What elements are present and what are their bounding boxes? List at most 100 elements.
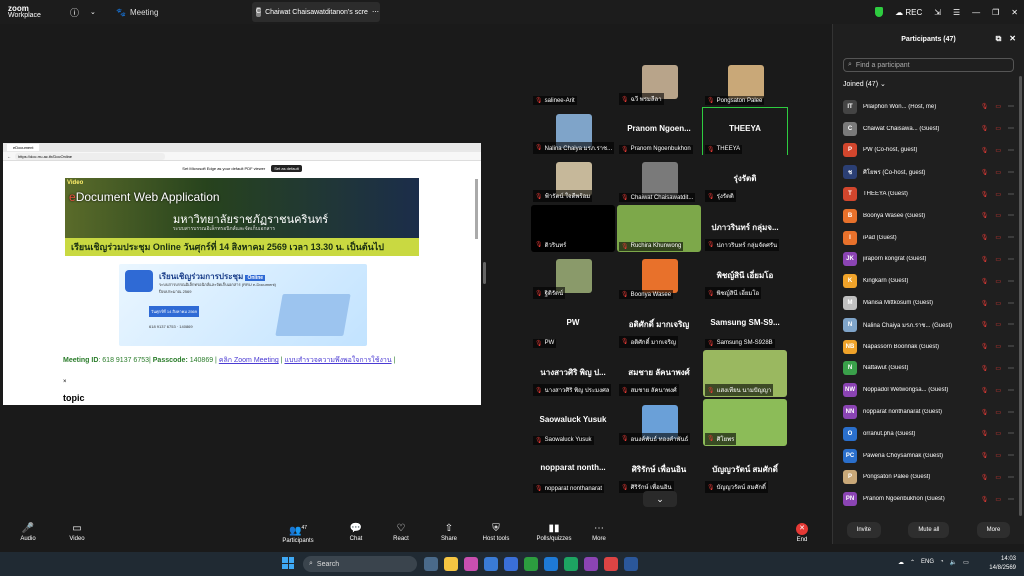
mic-muted-icon[interactable]: 🎙 (981, 343, 989, 350)
word-icon[interactable] (624, 557, 638, 571)
wifi-icon[interactable]: ◔ (940, 559, 944, 566)
shield-icon[interactable] (875, 7, 884, 17)
more-icon[interactable]: ⋯ (1008, 169, 1014, 176)
video-tile[interactable]: บัญญวรัตน์ สมศักดิ์ 🎙 บัญญวรัตน์ สมศักดิ์ (702, 446, 788, 495)
more-icon[interactable]: ⋯ (1008, 343, 1014, 350)
camera-off-icon[interactable]: ▭ (995, 321, 1001, 328)
participant-row[interactable]: N Nattawut (Guest) 🎙 ▭ ⋯ (833, 358, 1016, 380)
browser-tab[interactable]: eDocument (7, 144, 40, 151)
video-tile[interactable]: 🎙 Pongsaton Palee (702, 58, 788, 107)
survey-link[interactable]: แบบสำรวจความพึงพอใจการใช้งาน (284, 357, 391, 364)
mic-muted-icon[interactable]: 🎙 (981, 234, 989, 241)
camera-off-icon[interactable]: ▭ (995, 474, 1001, 481)
video-tile[interactable]: Saowaluck Yusuk 🎙 Saowaluck Yusuk (530, 397, 616, 447)
participant-row[interactable]: M Manisa Mittkosum (Guest) 🎙 ▭ ⋯ (833, 292, 1016, 314)
video-tile[interactable]: 🎙 Ruchira Khunwong (616, 203, 702, 253)
participant-row[interactable]: P PW (Co-host, guest) 🎙 ▭ ⋯ (833, 140, 1016, 162)
end-button[interactable]: ✕ End (780, 523, 824, 543)
battery-icon[interactable]: ▭ (963, 559, 969, 566)
camera-off-icon[interactable]: ▭ (995, 256, 1001, 263)
camera-off-icon[interactable]: ▭ (995, 387, 1001, 394)
mail-icon[interactable] (484, 557, 498, 571)
camera-off-icon[interactable]: ▭ (995, 452, 1001, 459)
participant-row[interactable]: NN nopparat nonthanarat (Guest) 🎙 ▭ ⋯ (833, 401, 1016, 423)
mic-muted-icon[interactable]: 🎙 (981, 409, 989, 416)
joined-section-header[interactable]: Joined (47) ⌄ (833, 76, 1024, 92)
camera-off-icon[interactable]: ▭ (995, 409, 1001, 416)
zoom-link[interactable]: คลิก Zoom Meeting (219, 357, 279, 364)
mic-muted-icon[interactable]: 🎙 (981, 256, 989, 263)
camera-off-icon[interactable]: ▭ (995, 430, 1001, 437)
popout-icon[interactable]: ⧉ (996, 34, 1002, 44)
chat-button[interactable]: 💬 Chat (334, 523, 378, 542)
mic-muted-icon[interactable]: 🎙 (981, 387, 989, 394)
more-icon[interactable]: ⋯ (1008, 147, 1014, 154)
participant-row[interactable]: N Nalina Chaiya มรภ.ราช... (Guest) 🎙 ▭ ⋯ (833, 314, 1016, 336)
more-options-icon[interactable]: ⋯ (372, 8, 379, 16)
video-tile[interactable]: Pranom Ngoen... 🎙 Pranom Ngoenbukhon (616, 106, 702, 156)
video-tile[interactable]: นางสาวศิริ พิญ ป... 🎙 นางสาวศิริ พิญ ประมง… (530, 349, 616, 398)
more-icon[interactable]: ⋯ (1008, 300, 1014, 307)
task-view-icon[interactable] (424, 557, 438, 571)
camera-off-icon[interactable]: ▭ (995, 169, 1001, 176)
participant-row[interactable]: IT Pilaiphon Won... (Host, me) 🎙 ▭ ⋯ (833, 96, 1016, 118)
more-icon[interactable]: ⋯ (1008, 125, 1014, 132)
mic-muted-icon[interactable]: 🎙 (981, 191, 989, 198)
participant-search[interactable]: ⌕ Find a participant (843, 58, 1014, 72)
more-icon[interactable]: ⋯ (1008, 103, 1014, 110)
audio-button[interactable]: 🎤 Audio (6, 523, 50, 542)
volume-icon[interactable]: 🔈 (950, 559, 957, 566)
participant-row[interactable]: NB Napassorn Boonnak (Guest) 🎙 ▭ ⋯ (833, 336, 1016, 358)
video-tile[interactable]: Samsung SM-S9... 🎙 Samsung SM-S928B (702, 300, 788, 350)
cloud-icon[interactable]: ☁ (898, 559, 904, 566)
camera-off-icon[interactable]: ▭ (995, 191, 1001, 198)
mic-muted-icon[interactable]: 🎙 (981, 474, 989, 481)
zoom-app-icon[interactable] (504, 557, 518, 571)
host-tools-button[interactable]: ⛨ Host tools (474, 523, 518, 542)
splitter-handle[interactable] (483, 262, 486, 284)
camera-off-icon[interactable]: ▭ (995, 212, 1001, 219)
more-icon[interactable]: ⋯ (1008, 365, 1014, 372)
restore-icon[interactable]: ❐ (992, 8, 999, 17)
react-button[interactable]: ♡ React (379, 523, 423, 542)
mic-muted-icon[interactable]: 🎙 (981, 278, 989, 285)
more-icon[interactable]: ⋯ (1008, 234, 1014, 241)
camera-off-icon[interactable]: ▭ (995, 365, 1001, 372)
close-panel-icon[interactable]: ✕ (1009, 34, 1016, 44)
page-scrollbar[interactable] (475, 179, 478, 239)
video-tile[interactable]: 🎙 ฟ้ารัตน์ ใจดีพร้อม (530, 155, 616, 204)
video-tile[interactable]: รุ่งรัตติ 🎙 รุ่งรัตติ (702, 155, 788, 204)
participant-row[interactable]: P Pongsaton Palee (Guest) 🎙 ▭ ⋯ (833, 467, 1016, 489)
language-indicator[interactable]: ENG (921, 559, 934, 566)
video-tile[interactable]: 🎙 ฐิติรัตน์ (530, 252, 616, 301)
mic-muted-icon[interactable]: 🎙 (981, 496, 989, 503)
camera-off-icon[interactable]: ▭ (995, 300, 1001, 307)
participant-row[interactable]: K Kingkarn (Guest) 🎙 ▭ ⋯ (833, 270, 1016, 292)
camera-off-icon[interactable]: ▭ (995, 278, 1001, 285)
pin-icon[interactable]: ⇲ (934, 8, 941, 17)
url-field[interactable]: https://doc.rru.ac.th/DocOnline (15, 152, 165, 160)
mic-muted-icon[interactable]: 🎙 (981, 103, 989, 110)
share-tab[interactable]: C Chaiwat Chaisawatditanon's scre ⋯ (252, 2, 380, 22)
gallery-next-button[interactable]: ⌄ (643, 491, 677, 507)
app-icon-2[interactable] (604, 557, 618, 571)
chevron-up-icon[interactable]: ⌃ (910, 559, 915, 566)
video-tile[interactable]: 🎙 ดิวรินทร์ (530, 203, 616, 253)
meeting-menu[interactable]: 🐾 Meeting (116, 8, 158, 17)
rec-indicator[interactable]: ☁ REC (895, 8, 922, 17)
more-icon[interactable]: ⋯ (1008, 474, 1014, 481)
edge-icon[interactable] (544, 557, 558, 571)
windows-start-icon[interactable] (282, 557, 294, 569)
mic-muted-icon[interactable]: 🎙 (981, 169, 989, 176)
polls-button[interactable]: ▮▮ Polls/quizzes (532, 523, 576, 542)
video-tile[interactable]: 🎙 Boonya Wasee (616, 252, 702, 301)
video-tile[interactable]: 🎙 Nalina Chaiya มรภ.ราช... (530, 106, 616, 156)
video-tile[interactable]: สมชาย ลัคนาพงศ์ 🎙 สมชาย ลัคนาพงศ์ (616, 349, 702, 398)
camera-off-icon[interactable]: ▭ (995, 103, 1001, 110)
shared-screen[interactable]: eDocument ← https://doc.rru.ac.th/DocOnl… (3, 143, 481, 405)
info-icon[interactable]: ⓘ (70, 6, 79, 19)
mic-muted-icon[interactable]: 🎙 (981, 147, 989, 154)
video-tile[interactable]: 🎙 แสงเทียน นามปัญญา (702, 349, 788, 398)
camera-off-icon[interactable]: ▭ (995, 496, 1001, 503)
more-icon[interactable]: ⋯ (1008, 256, 1014, 263)
